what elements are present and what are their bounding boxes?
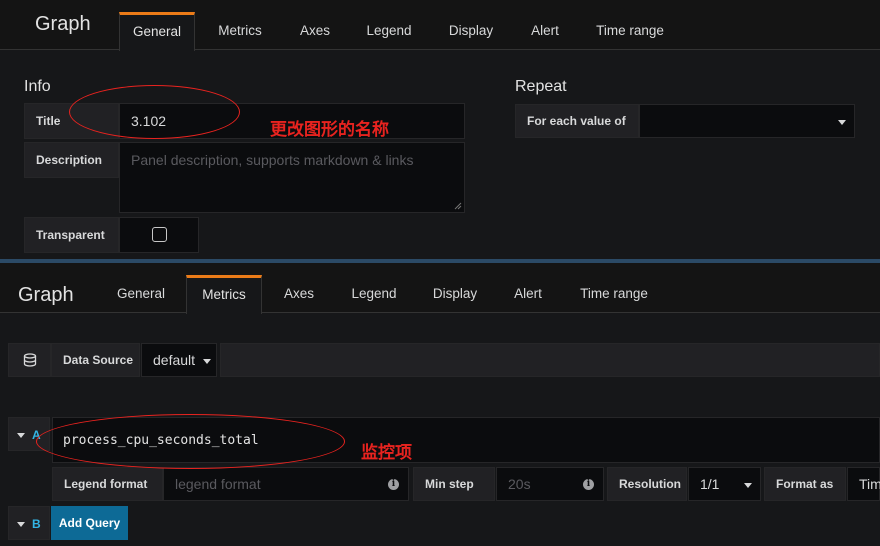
editor-tabbar: Graph General Metrics Axes Legend Displa…: [0, 263, 880, 314]
panel-type-title: Graph: [18, 284, 74, 306]
description-placeholder: Panel description, supports markdown & l…: [131, 152, 414, 168]
resolution-select[interactable]: 1/1: [688, 467, 761, 501]
panel-type-title: Graph: [35, 13, 91, 35]
description-label: Description: [24, 142, 119, 178]
legend-format-label: Legend format: [52, 467, 163, 501]
chevron-down-icon: [838, 120, 846, 125]
transparent-label: Transparent: [24, 217, 119, 253]
tab-axes[interactable]: Axes: [277, 275, 321, 314]
resize-grip-icon[interactable]: [454, 202, 462, 210]
caret-down-icon: [17, 433, 25, 438]
datasource-label: Data Source: [51, 343, 140, 377]
min-step-input[interactable]: 20s i: [496, 467, 604, 501]
annotation-ellipse-query: [36, 414, 345, 469]
tab-legend[interactable]: Legend: [358, 12, 420, 51]
tab-alert[interactable]: Alert: [522, 12, 568, 51]
transparent-checkbox-wrap[interactable]: [119, 217, 199, 253]
chevron-down-icon: [203, 359, 211, 364]
format-as-label: Format as: [764, 467, 846, 501]
min-step-placeholder: 20s: [508, 476, 531, 492]
legend-format-placeholder: legend format: [175, 476, 261, 492]
query-b-letter: B: [32, 517, 41, 531]
resolution-label: Resolution: [607, 467, 687, 501]
tab-general[interactable]: General: [110, 275, 172, 314]
query-b-header[interactable]: B: [8, 506, 50, 540]
tab-general[interactable]: General: [119, 12, 195, 51]
caret-down-icon: [17, 522, 25, 527]
annotation-query: 监控项: [361, 443, 412, 463]
datasource-value: default: [153, 352, 196, 368]
add-query-button[interactable]: Add Query: [51, 506, 128, 540]
database-icon: [23, 353, 36, 367]
transparent-checkbox[interactable]: [152, 227, 167, 242]
format-as-select[interactable]: Tim: [847, 467, 880, 501]
info-icon[interactable]: i: [388, 479, 399, 490]
datasource-select[interactable]: default: [141, 343, 217, 377]
annotation-ellipse-title: [69, 85, 240, 139]
chevron-down-icon: [744, 483, 752, 488]
tab-axes[interactable]: Axes: [291, 12, 339, 51]
resolution-value: 1/1: [700, 476, 720, 492]
editor-tabbar: Graph General Metrics Axes Legend Displa…: [0, 0, 880, 51]
tab-time-range[interactable]: Time range: [588, 12, 672, 51]
annotation-title: 更改图形的名称: [270, 120, 389, 140]
repeat-heading: Repeat: [515, 78, 567, 95]
info-icon[interactable]: i: [583, 479, 594, 490]
database-icon-box: [8, 343, 51, 377]
tab-display[interactable]: Display: [440, 12, 502, 51]
info-heading: Info: [24, 78, 51, 95]
datasource-filler: [220, 343, 880, 377]
metrics-editor-panel: Graph General Metrics Axes Legend Displa…: [0, 263, 880, 546]
repeat-variable-select[interactable]: [639, 104, 855, 138]
tab-metrics[interactable]: Metrics: [186, 275, 262, 314]
general-editor-panel: Graph General Metrics Axes Legend Displa…: [0, 0, 880, 259]
legend-format-input[interactable]: legend format i: [163, 467, 409, 501]
repeat-label: For each value of: [515, 104, 639, 138]
tab-alert[interactable]: Alert: [505, 275, 551, 314]
tab-legend[interactable]: Legend: [343, 275, 405, 314]
min-step-label: Min step: [413, 467, 495, 501]
description-textarea[interactable]: Panel description, supports markdown & l…: [119, 142, 465, 213]
tab-metrics[interactable]: Metrics: [207, 12, 273, 51]
tab-time-range[interactable]: Time range: [572, 275, 656, 314]
tab-display[interactable]: Display: [424, 275, 486, 314]
